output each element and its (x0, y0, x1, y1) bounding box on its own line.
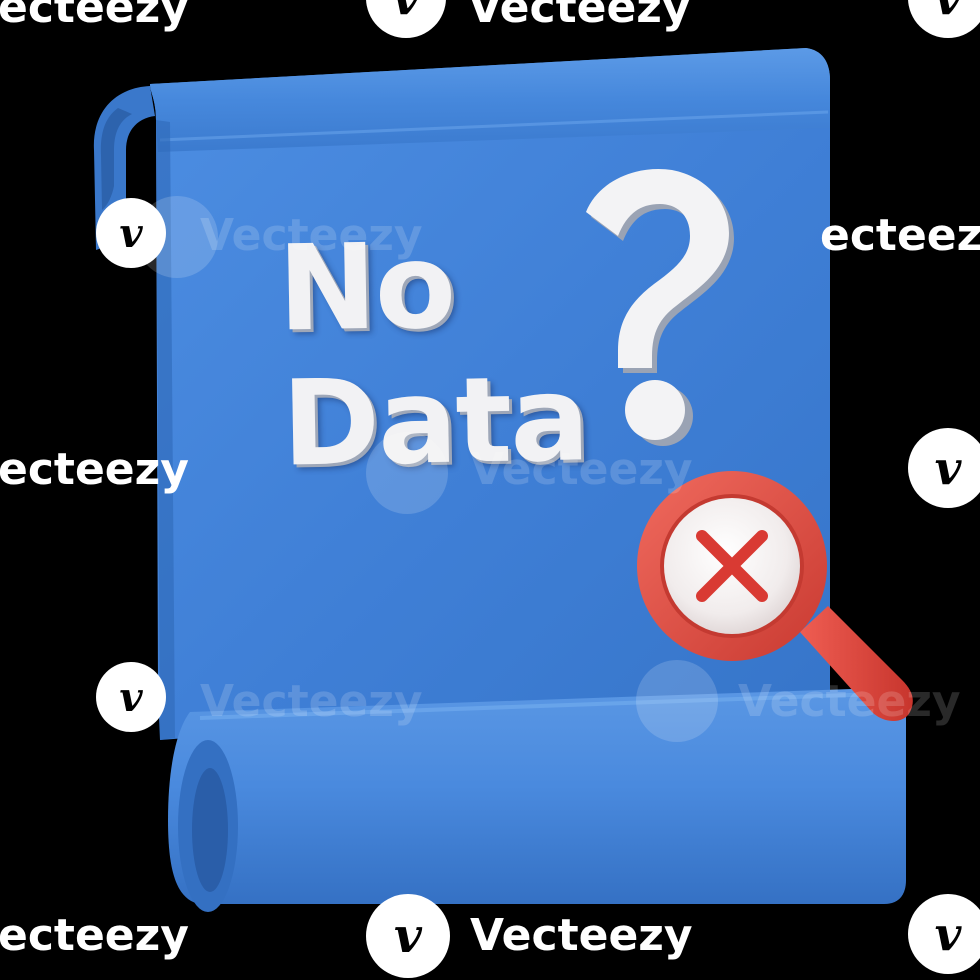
watermark-text: ecteezy (820, 210, 980, 261)
watermark-text: ecteezy (0, 444, 189, 495)
watermark-logo-icon: v (96, 198, 166, 268)
watermark-text: Vecteezy (200, 210, 423, 261)
watermark-text: Vecteezy (470, 910, 693, 961)
watermark-text: Vecteezy (738, 676, 961, 727)
watermark-logo-icon: v (908, 894, 980, 974)
watermark-text: Vecteezy (470, 444, 693, 495)
watermark-logo-icon (366, 432, 448, 514)
watermark-text: ecteezy (0, 910, 189, 961)
canvas: ecteezy v Vecteezy v (0, 0, 980, 980)
watermark-logo-icon: v (908, 428, 980, 508)
watermark-text: Vecteezy (200, 676, 423, 727)
watermark-logo-icon: v (96, 662, 166, 732)
watermark-logo-icon: v (366, 894, 450, 978)
watermark-logo-icon (636, 660, 718, 742)
